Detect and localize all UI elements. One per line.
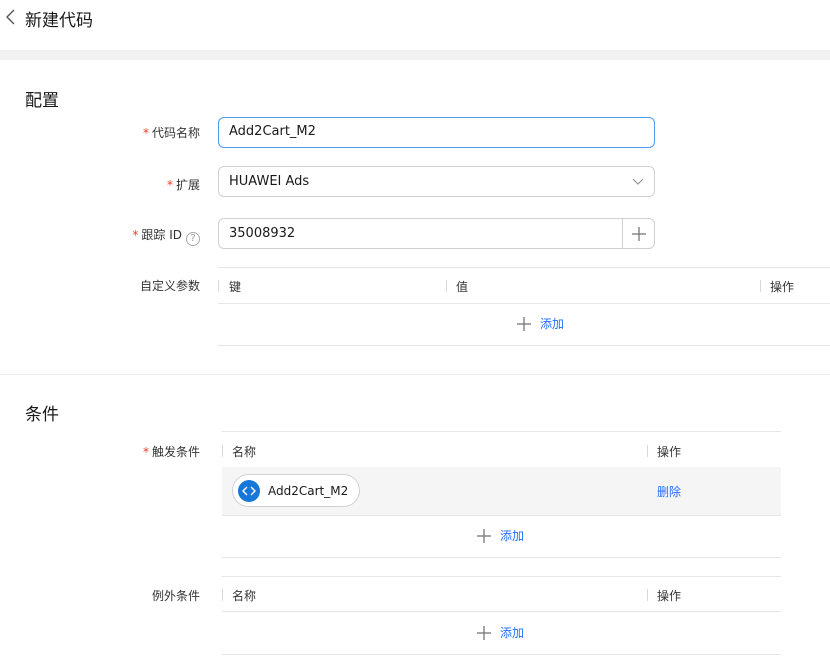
add-custom-param-button[interactable]: 添加 (516, 315, 564, 332)
trigger-chip[interactable]: Add2Cart_M2 (232, 474, 360, 507)
table-top-border (218, 267, 830, 268)
column-header-action: 操作 (657, 445, 682, 459)
column-separator (760, 280, 761, 292)
add-label: 添加 (500, 626, 525, 640)
table-header-border (218, 303, 830, 304)
add-label: 添加 (500, 529, 525, 543)
required-mark: * (166, 178, 173, 192)
code-icon (238, 479, 260, 502)
add-exception-button[interactable]: 添加 (476, 624, 524, 641)
trigger-label: * 触发条件 (142, 445, 200, 459)
plus-icon (477, 625, 491, 640)
column-separator (222, 445, 223, 457)
column-header-key: 键 (229, 280, 242, 294)
tracking-id-value: 35008932 (229, 226, 296, 241)
row-border (222, 515, 781, 516)
add-label: 添加 (540, 317, 565, 331)
code-name-value: Add2Cart_M2 (229, 124, 316, 139)
chevron-left-icon[interactable] (4, 8, 18, 26)
delete-trigger-button[interactable]: 删除 (657, 483, 681, 500)
code-name-input[interactable]: Add2Cart_M2 (218, 117, 655, 148)
exception-label: 例外条件 (151, 589, 200, 603)
column-separator (647, 445, 648, 457)
table-bottom-border (218, 345, 830, 346)
code-name-label: * 代码名称 (142, 126, 200, 140)
table-top-border (222, 576, 781, 577)
header-divider (0, 50, 830, 60)
custom-params-label: 自定义参数 (139, 279, 200, 293)
column-header-action: 操作 (770, 280, 795, 294)
section-divider (0, 374, 830, 375)
plus-icon (631, 226, 646, 241)
table-top-border (222, 431, 781, 432)
column-separator (446, 280, 447, 292)
add-trigger-button[interactable]: 添加 (476, 527, 524, 544)
required-mark: * (132, 228, 139, 242)
add-tracking-id-button[interactable] (622, 219, 654, 248)
trigger-name: Add2Cart_M2 (268, 483, 349, 498)
section-title-conditions: 条件 (25, 405, 59, 425)
required-mark: * (142, 126, 149, 140)
table-bottom-border (222, 557, 781, 558)
page-header: 新建代码 (0, 0, 830, 50)
tracking-id-input[interactable]: 35008932 (218, 218, 655, 249)
chevron-down-icon (632, 178, 644, 185)
column-header-name: 名称 (232, 445, 257, 459)
extension-select[interactable]: HUAWEI Ads (218, 166, 655, 197)
column-header-value: 值 (456, 280, 469, 294)
extension-selected-value: HUAWEI Ads (229, 174, 310, 189)
column-header-name: 名称 (232, 589, 257, 603)
tracking-id-label: * 跟踪 ID? (132, 226, 200, 246)
plus-icon (477, 528, 491, 543)
help-icon[interactable]: ? (186, 232, 200, 246)
column-separator (218, 280, 219, 292)
table-header-border (222, 611, 781, 612)
extension-label: * 扩展 (166, 178, 200, 192)
required-mark: * (142, 445, 149, 459)
column-separator (647, 589, 648, 601)
column-separator (222, 589, 223, 601)
table-bottom-border (222, 654, 781, 655)
page-title: 新建代码 (25, 11, 93, 31)
column-header-action: 操作 (657, 589, 682, 603)
plus-icon (517, 316, 531, 331)
section-title-config: 配置 (25, 91, 59, 111)
